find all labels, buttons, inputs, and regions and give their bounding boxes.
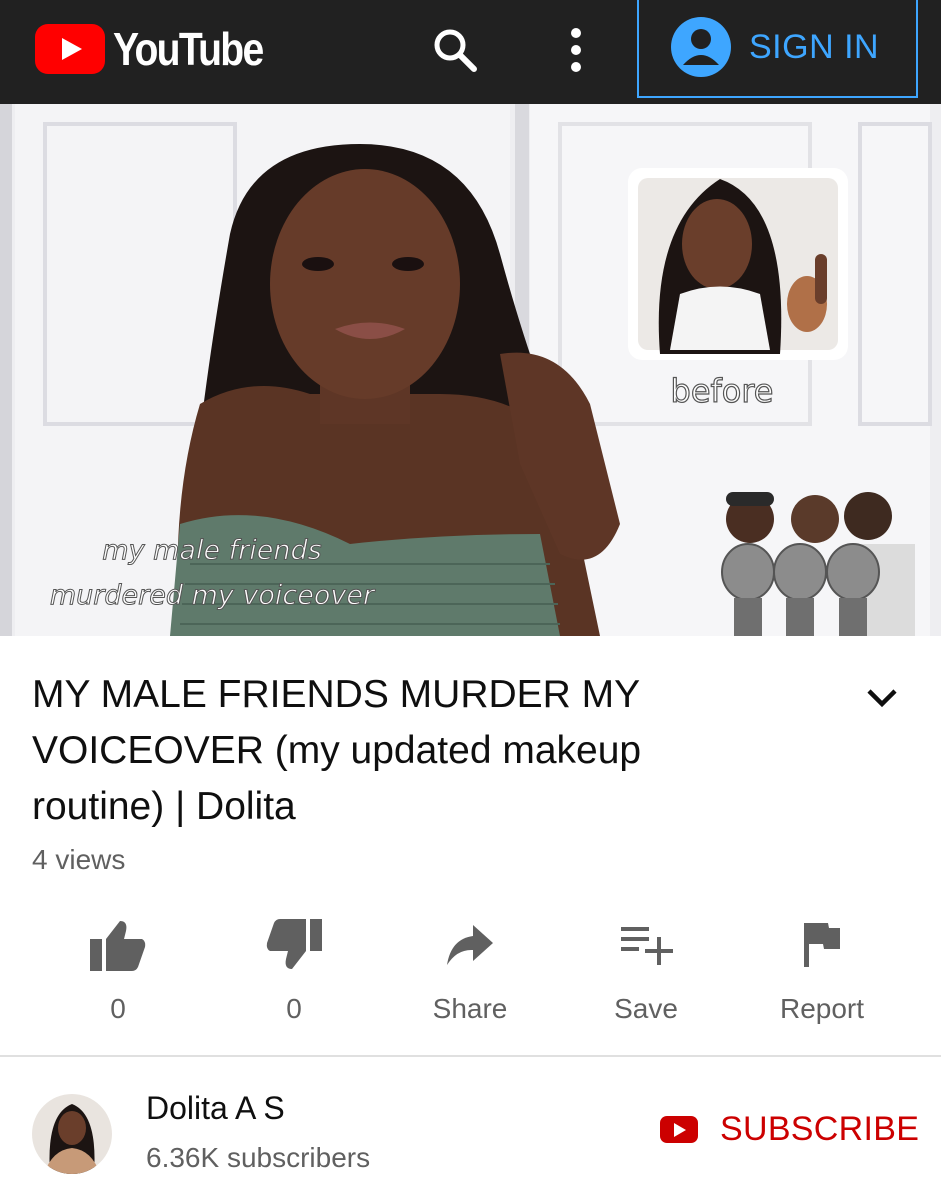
report-button[interactable]: Report <box>734 905 910 1035</box>
dislike-count: 0 <box>286 993 302 1024</box>
sign-in-label: SIGN IN <box>749 27 880 66</box>
share-button[interactable]: Share <box>382 905 558 1035</box>
search-button[interactable] <box>427 22 483 78</box>
more-vert-icon <box>571 28 581 72</box>
chevron-down-icon <box>867 689 897 708</box>
dislike-button[interactable]: 0 <box>206 905 382 1035</box>
view-count: 4 views <box>32 844 126 875</box>
video-title: MY MALE FRIENDS MURDER MY VOICEOVER (my … <box>32 673 642 828</box>
like-button[interactable]: 0 <box>30 905 206 1035</box>
inset-caption: before <box>671 372 774 410</box>
video-thumbnail: before my male friends murdered my voice… <box>0 104 941 636</box>
share-icon <box>447 925 493 965</box>
subscribe-button[interactable]: SUBSCRIBE <box>660 1110 919 1149</box>
video-player[interactable]: before my male friends murdered my voice… <box>0 104 941 636</box>
playlist-add-icon <box>621 927 673 965</box>
like-count: 0 <box>110 993 126 1024</box>
expand-description-button[interactable] <box>860 676 904 720</box>
save-button[interactable]: Save <box>558 905 734 1035</box>
search-icon <box>434 29 477 72</box>
youtube-play-icon <box>35 24 105 74</box>
channel-name[interactable]: Dolita A S <box>146 1090 285 1127</box>
thumbs-up-icon <box>90 921 146 971</box>
channel-avatar[interactable] <box>32 1094 112 1174</box>
thumbs-down-icon <box>266 919 322 969</box>
sign-in-button[interactable]: SIGN IN <box>637 0 918 98</box>
more-options-button[interactable] <box>548 22 604 78</box>
flag-icon <box>804 923 840 967</box>
divider <box>0 1055 941 1057</box>
top-app-bar: YouTube SIGN IN <box>0 0 941 104</box>
report-label: Report <box>779 993 865 1024</box>
overlay-caption-line2: murdered my voiceover <box>50 580 376 611</box>
youtube-play-icon <box>660 1116 698 1143</box>
subscriber-count: 6.36K subscribers <box>146 1142 371 1173</box>
brand-wordmark: YouTube <box>113 23 264 75</box>
account-circle-icon <box>671 17 731 77</box>
youtube-logo[interactable]: YouTube <box>35 22 289 76</box>
action-bar: 0 0 Share Save Report <box>30 905 911 1035</box>
save-label: Save <box>614 993 678 1024</box>
overlay-caption-line1: my male friends <box>102 535 321 566</box>
subscribe-label: SUBSCRIBE <box>720 1110 920 1148</box>
share-label: Share <box>432 993 508 1024</box>
